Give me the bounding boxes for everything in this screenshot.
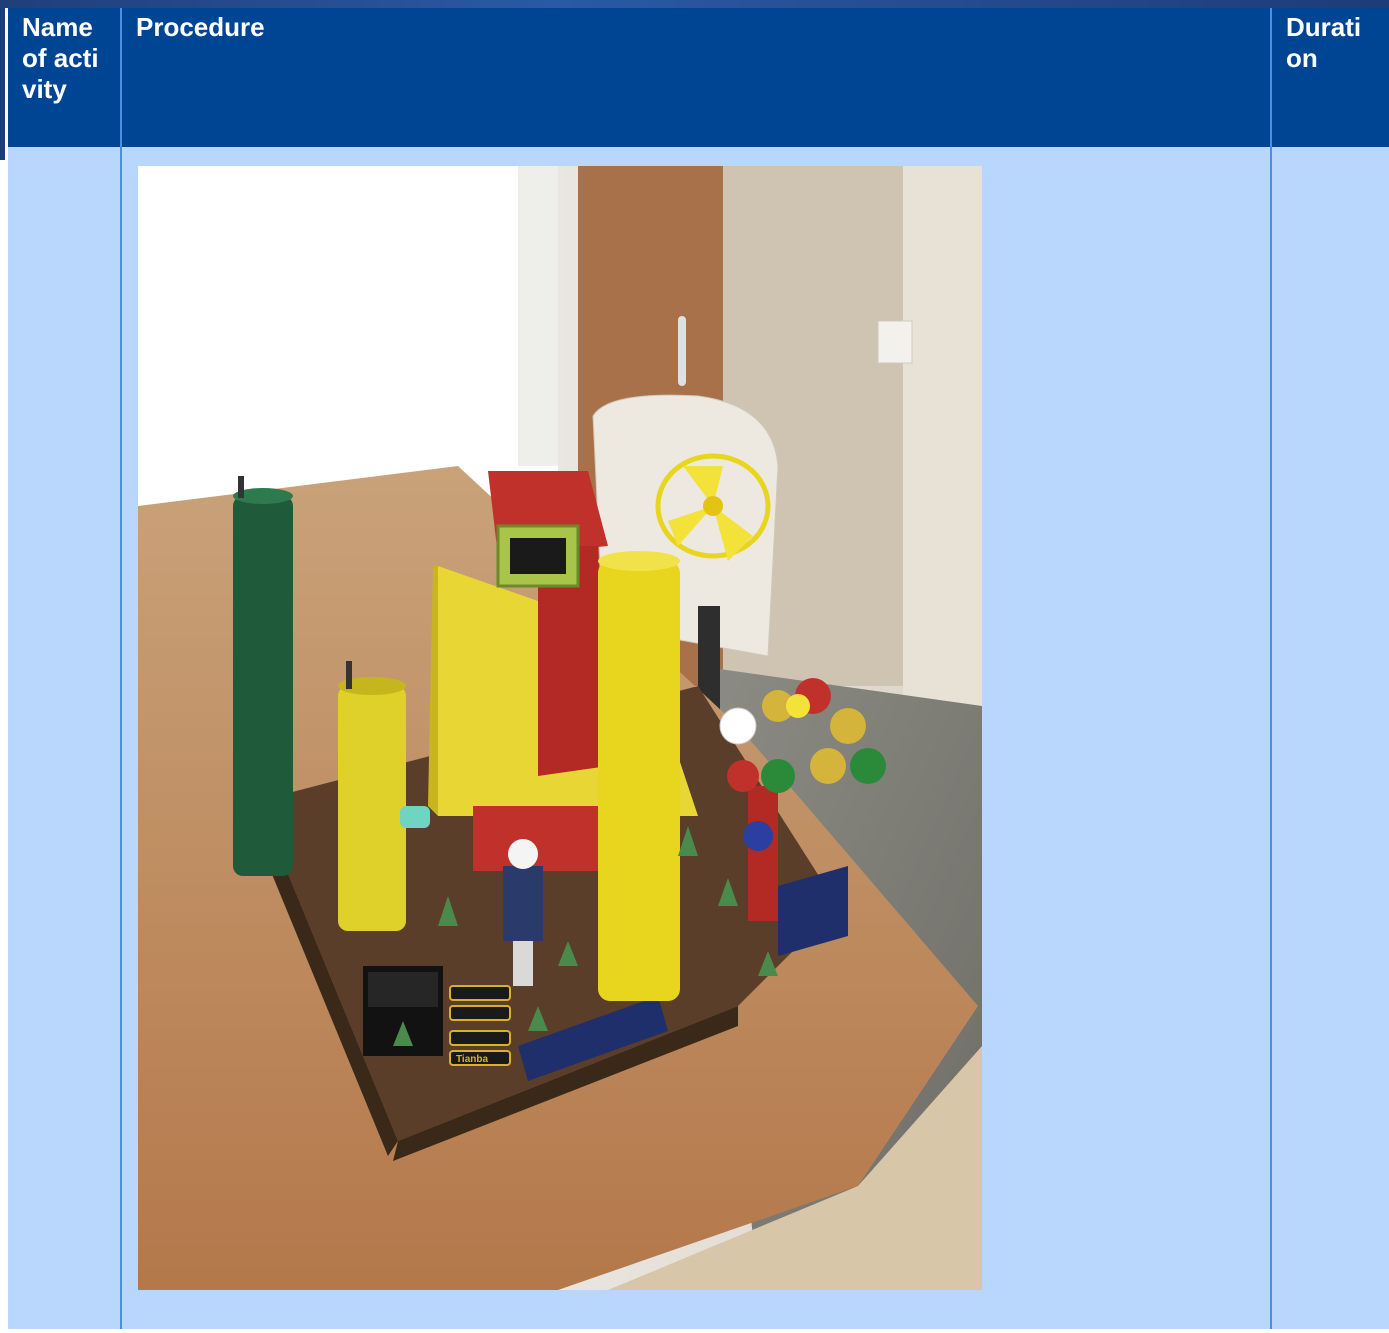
table-row: Tianba: [8, 147, 1389, 1329]
header-duration: Duration: [1271, 8, 1389, 147]
header-name-of-activity: Name of activity: [8, 8, 122, 147]
document-page: Name of activity Procedure Duration Tian…: [0, 0, 1389, 1333]
left-margin-bar: [0, 8, 8, 1333]
model-house-photo: Tianba: [138, 166, 982, 1290]
activity-table: Name of activity Procedure Duration Tian…: [8, 8, 1389, 1329]
cell-name-of-activity: [8, 147, 122, 1329]
top-banner-strip: [0, 0, 1389, 8]
cell-duration: [1271, 147, 1389, 1329]
battery-label: Tianba: [456, 1054, 488, 1065]
cell-procedure: Tianba: [121, 147, 1272, 1329]
header-row: Name of activity Procedure Duration: [8, 8, 1389, 147]
header-procedure: Procedure: [121, 8, 1272, 147]
